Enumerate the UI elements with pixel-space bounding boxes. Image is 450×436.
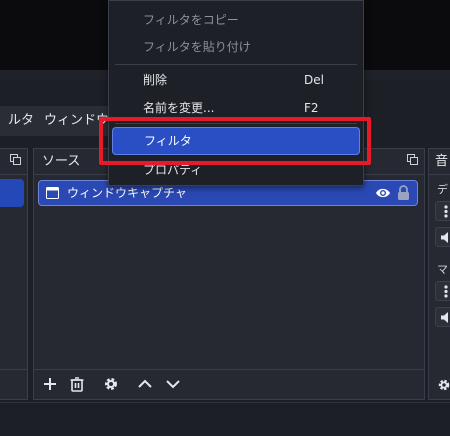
menu-item-shortcut: F2 [304,101,319,115]
sources-panel-title: ソース [42,154,81,169]
audio-mixer-title: 音 [435,154,449,169]
menu-item-label: フィルタ [144,134,192,148]
menu-item-label: プロパティ [143,163,203,177]
kebab-menu-icon [444,205,448,218]
move-up-chevron-icon[interactable] [137,376,153,392]
scene-item-selected[interactable] [0,179,24,207]
menu-item-rename[interactable]: 名前を変更... F2 [109,95,363,121]
source-context-menu: フィルタをコピー フィルタを貼り付け 削除 Del 名前を変更... F2 フィ… [108,0,364,186]
kebab-menu-icon [444,285,448,298]
scenes-panel-header [0,149,27,175]
audio-settings-gear-icon[interactable] [437,378,450,392]
undock-icon[interactable] [10,154,21,165]
menu-separator [115,64,357,65]
remove-source-trash-icon[interactable] [69,376,85,392]
visibility-eye-icon[interactable] [375,186,391,200]
move-down-chevron-icon[interactable] [165,376,181,392]
audio-device-2-menu-button[interactable] [435,281,450,301]
audio-device-1-menu-button[interactable] [435,201,450,221]
menu-item-label: フィルタをコピー [143,13,239,27]
audio-device-label-2: マ [437,263,448,276]
menu-item-delete[interactable]: 削除 Del [109,67,363,93]
audio-mixer-panel: 音 デ マ [428,148,450,400]
menu-item-label: フィルタを貼り付け [143,40,251,54]
menu-item-label: 削除 [143,73,168,87]
speaker-icon [441,312,448,323]
scenes-panel [0,148,28,400]
speaker-icon [441,232,448,243]
menu-item-paste-filters[interactable]: フィルタを貼り付け [109,34,363,60]
menu-item-filters[interactable]: フィルタ [112,127,360,155]
undock-icon[interactable] [407,154,418,165]
audio-device-2-mute-button[interactable] [435,307,450,327]
status-bar [0,402,450,436]
lock-icon[interactable] [397,185,410,201]
source-properties-gear-icon[interactable] [103,376,119,392]
menu-item-copy-filters[interactable]: フィルタをコピー [109,7,363,33]
audio-device-label-1: デ [437,183,448,196]
menu-item-label: 名前を変更... [143,101,215,115]
sources-toolbar [34,369,424,399]
audio-mixer-header: 音 [429,149,450,175]
scenes-toolbar [0,369,27,399]
menu-item-properties[interactable]: プロパティ [109,157,363,183]
menu-item-shortcut: Del [304,73,324,87]
add-source-plus-icon[interactable] [42,376,58,392]
menu-separator [115,123,357,124]
window-capture-icon [46,187,59,199]
audio-device-1-mute-button[interactable] [435,227,450,247]
